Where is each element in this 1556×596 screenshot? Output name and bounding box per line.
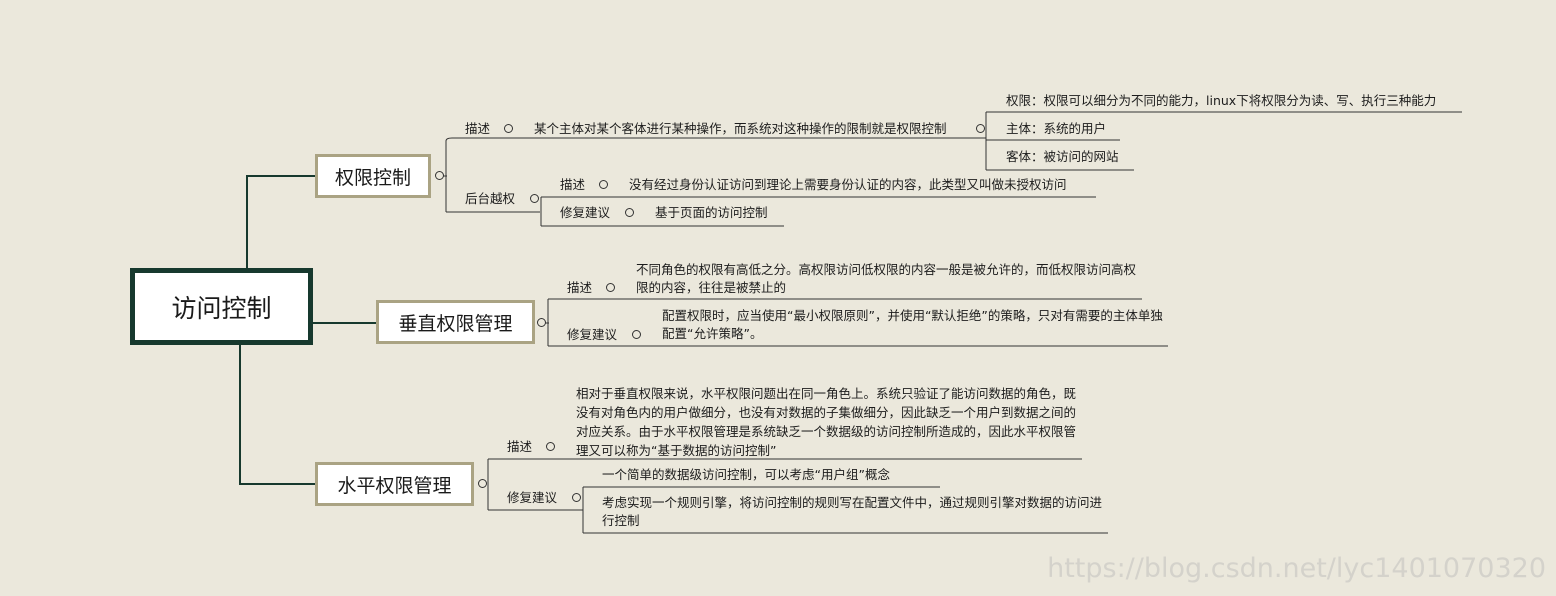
- label-backend-privilege: 后台越权: [465, 191, 516, 206]
- sub-item-object: 客体：被访问的网站: [1006, 149, 1119, 164]
- collapse-toggle-icon[interactable]: [632, 330, 641, 339]
- collapse-toggle-icon[interactable]: [976, 124, 985, 133]
- fix-text: 基于页面的访问控制: [655, 205, 768, 220]
- label-desc: 描述: [465, 121, 491, 136]
- desc-text: 没有经过身份认证访问到理论上需要身份认证的内容，此类型又叫做未授权访问: [629, 177, 1067, 192]
- collapse-toggle-icon[interactable]: [572, 493, 581, 502]
- branch-node-horizontal[interactable]: 水平权限管理: [315, 462, 474, 506]
- collapse-toggle-icon[interactable]: [546, 442, 555, 451]
- label-desc: 描述: [507, 439, 533, 454]
- desc-text: 不同角色的权限有高低之分。高权限访问低权限的内容一般是被允许的，而低权限访问高权…: [636, 262, 1137, 295]
- desc-text: 相对于垂直权限来说，水平权限问题出在同一角色上。系统只验证了能访问数据的角色，既…: [576, 386, 1077, 458]
- sub-item-permission: 权限：权限可以细分为不同的能力，linux下将权限分为读、写、执行三种能力: [1006, 93, 1437, 108]
- branch-node-vertical[interactable]: 垂直权限管理: [376, 300, 535, 344]
- collapse-toggle-icon[interactable]: [435, 171, 444, 180]
- sub-item-subject: 主体：系统的用户: [1006, 121, 1107, 136]
- fix-text: 配置权限时，应当使用“最小权限原则”，并使用“默认拒绝”的策略，只对有需要的主体…: [662, 308, 1163, 341]
- label-fix-suggestion: 修复建议: [567, 327, 618, 342]
- root-node[interactable]: 访问控制: [130, 268, 313, 345]
- collapse-toggle-icon[interactable]: [504, 124, 513, 133]
- underline-b1-desc: [445, 137, 986, 142]
- connector-root-branch3: [239, 345, 315, 485]
- label-desc: 描述: [560, 177, 586, 192]
- label-desc: 描述: [567, 280, 593, 295]
- watermark: https://blog.csdn.net/lyc1401070320: [1047, 553, 1546, 584]
- collapse-toggle-icon[interactable]: [530, 194, 539, 203]
- fix-item-rule-engine: 考虑实现一个规则引擎，将访问控制的规则写在配置文件中，通过规则引擎对数据的访问进…: [602, 495, 1103, 528]
- collapse-toggle-icon[interactable]: [606, 283, 615, 292]
- label-fix-suggestion: 修复建议: [507, 490, 558, 505]
- connector-root-branch1: [246, 175, 315, 268]
- collapse-toggle-icon[interactable]: [625, 208, 634, 217]
- branch-node-permission-control[interactable]: 权限控制: [315, 154, 431, 198]
- desc-text: 某个主体对某个客体进行某种操作，而系统对这种操作的限制就是权限控制: [534, 121, 947, 136]
- collapse-toggle-icon[interactable]: [599, 180, 608, 189]
- collapse-toggle-icon[interactable]: [478, 479, 487, 488]
- label-fix-suggestion: 修复建议: [560, 205, 611, 220]
- fix-item-user-group: 一个简单的数据级访问控制，可以考虑“用户组”概念: [602, 467, 890, 482]
- collapse-toggle-icon[interactable]: [537, 318, 546, 327]
